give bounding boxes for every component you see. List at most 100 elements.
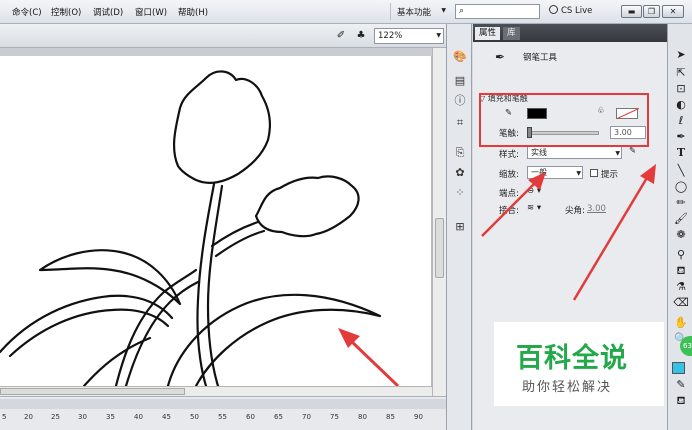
restore-button[interactable]: ❐ [643, 5, 660, 18]
eraser-icon[interactable]: ⌫ [673, 296, 689, 310]
tick-label: 60 [246, 413, 255, 421]
tick-label: 55 [218, 413, 227, 421]
tick-label: 75 [330, 413, 339, 421]
cs-live-button[interactable]: CS Live [549, 5, 592, 16]
oval-tool-icon[interactable]: ◯ [673, 180, 689, 194]
tick-label: 35 [106, 413, 115, 421]
miter-label: 尖角: [565, 206, 585, 216]
edit-symbol-icon[interactable]: ♣ [355, 30, 367, 42]
watermark-title: 百科全说 [516, 343, 628, 374]
chevron-down-icon: ▼ [576, 170, 581, 177]
cap-select[interactable]: ⊖ ▾ [527, 186, 541, 196]
help-search-input[interactable]: ⌕ [455, 4, 540, 19]
edit-scene-icon[interactable]: ✐ [335, 30, 347, 42]
join-select[interactable]: ≋ ▾ [527, 203, 541, 213]
history-icon[interactable]: ⎘ [453, 146, 467, 160]
tab-library[interactable]: 库 [503, 27, 520, 40]
close-button[interactable]: ✕ [662, 5, 684, 18]
tick-label: 40 [134, 413, 143, 421]
hand-tool-icon[interactable]: ✋ [673, 316, 689, 330]
stage-canvas[interactable] [0, 56, 432, 386]
tick-label: 85 [386, 413, 395, 421]
stroke-color-icon[interactable]: ✎ [673, 378, 689, 392]
stage-toolbar: ✐ ♣ 122% ▼ [0, 24, 446, 48]
tulip-drawing [0, 70, 400, 386]
text-tool-icon[interactable]: T [673, 146, 689, 160]
components-icon[interactable]: ✿ [453, 166, 467, 180]
tick-label: 80 [358, 413, 367, 421]
style-label: 样式: [499, 150, 519, 160]
transform-icon[interactable]: ⌗ [453, 116, 467, 130]
hint-label: 提示 [601, 170, 619, 180]
tick-label: 45 [162, 413, 171, 421]
lasso-tool-icon[interactable]: ℓ [673, 114, 689, 128]
scene-icon[interactable]: ⊞ [453, 220, 467, 234]
scale-value: 一般 [531, 168, 547, 177]
collapsed-panels: 🎨 ▤ ⓘ ⌗ ⎘ ✿ ⁘ ⊞ [446, 24, 472, 430]
info-icon[interactable]: ⓘ [453, 94, 467, 108]
3d-rotation-icon[interactable]: ◐ [673, 98, 689, 112]
watermark: 百科全说 助你轻松解决 [494, 322, 664, 406]
menu-window[interactable]: 窗口(W) [135, 6, 167, 18]
watermark-subtitle: 助你轻松解决 [522, 380, 613, 395]
fill-color-swatch[interactable] [672, 362, 685, 374]
pencil-tool-icon[interactable]: ✏ [673, 196, 689, 210]
pen-tool-icon[interactable]: ✒ [673, 130, 689, 144]
line-tool-icon[interactable]: ╲ [673, 164, 689, 178]
zoom-select[interactable]: 122% ▼ [374, 28, 444, 44]
cap-label: 端点: [499, 189, 519, 199]
tick-label: 50 [190, 413, 199, 421]
menu-bar: 命令(C) 控制(O) 调试(D) 窗口(W) 帮助(H) 基本功能 ▼ ⌕ C… [0, 0, 692, 24]
color-panel-icon[interactable]: 🎨 [453, 50, 467, 64]
tick-label: 5 [2, 413, 7, 421]
join-label: 接合: [499, 206, 519, 216]
tick-label: 90 [414, 413, 423, 421]
selection-tool-icon[interactable]: ➤ [673, 48, 689, 62]
menu-debug[interactable]: 调试(D) [93, 6, 123, 18]
scale-select[interactable]: 一般 ▼ [527, 166, 583, 179]
tool-name: 钢笔工具 [523, 53, 558, 63]
menu-command[interactable]: 命令(C) [12, 6, 42, 18]
workspace-switcher[interactable]: 基本功能 ▼ [390, 3, 448, 20]
style-value: 实线 [531, 148, 547, 157]
scroll-thumb[interactable] [435, 218, 444, 278]
search-icon: ⌕ [459, 6, 465, 16]
annotation-box [479, 93, 649, 147]
style-select[interactable]: 实线 ▼ [527, 146, 622, 159]
subselection-tool-icon[interactable]: ⇱ [673, 66, 689, 80]
free-transform-icon[interactable]: ⊡ [673, 82, 689, 96]
panel-tabs: 属性 库 [473, 24, 667, 42]
eyedropper-icon[interactable]: ⚗ [673, 280, 689, 294]
chevron-down-icon: ▼ [615, 150, 620, 157]
timeline-bar [0, 399, 446, 409]
tick-label: 70 [302, 413, 311, 421]
fill-color-icon[interactable]: ⛾ [673, 394, 689, 408]
deco-tool-icon[interactable]: ❁ [673, 228, 689, 242]
horizontal-scrollbar[interactable] [0, 386, 432, 396]
scroll-thumb[interactable] [0, 388, 185, 395]
motion-presets-icon[interactable]: ⁘ [453, 186, 467, 200]
minimize-button[interactable]: ▬ [621, 5, 642, 18]
stage-area: ✐ ♣ 122% ▼ [0, 24, 446, 396]
tick-label: 25 [51, 413, 60, 421]
tick-label: 65 [274, 413, 283, 421]
scale-label: 缩放: [499, 170, 519, 180]
pen-tool-icon: ✒ [495, 50, 506, 64]
chevron-down-icon: ▼ [441, 7, 446, 14]
cs-live-icon [549, 5, 558, 14]
bone-tool-icon[interactable]: ⚲ [673, 248, 689, 262]
tick-label: 30 [78, 413, 87, 421]
menu-help[interactable]: 帮助(H) [178, 6, 208, 18]
align-icon[interactable]: ▤ [453, 74, 467, 88]
brush-tool-icon[interactable]: 🖌 [673, 212, 689, 226]
timeline-ruler: 5 20 25 30 35 40 45 50 55 60 65 70 75 80… [0, 396, 446, 430]
vertical-scrollbar[interactable] [432, 48, 446, 396]
hint-checkbox[interactable] [590, 169, 598, 177]
edit-stroke-style-icon[interactable]: ✎ [629, 146, 636, 156]
zoom-value: 122% [378, 31, 403, 41]
paint-bucket-icon[interactable]: ⛾ [673, 264, 689, 278]
tick-label: 20 [24, 413, 33, 421]
miter-input[interactable]: 3.00 [587, 204, 606, 214]
menu-control[interactable]: 控制(O) [51, 6, 81, 18]
tab-properties[interactable]: 属性 [475, 27, 501, 40]
